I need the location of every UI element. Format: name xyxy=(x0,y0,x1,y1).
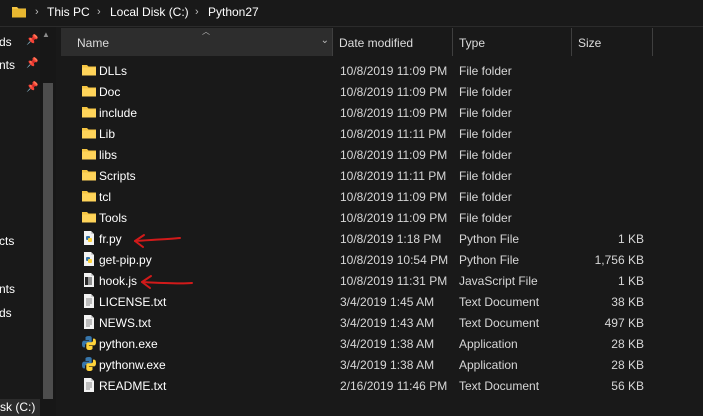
chevron-down-icon[interactable]: ⌄ xyxy=(321,35,329,46)
file-type: File folder xyxy=(459,169,512,183)
file-date-modified: 10/8/2019 11:11 PM xyxy=(340,169,447,183)
file-type: File folder xyxy=(459,211,512,225)
red-arrow-annotation xyxy=(141,275,193,289)
file-row[interactable]: python.exe 3/4/2019 1:38 AM Application 28 … xyxy=(0,333,703,354)
file-row[interactable]: LICENSE.txt 3/4/2019 1:45 AM Text Document… xyxy=(0,291,703,312)
file-name: Tools xyxy=(99,211,128,225)
breadcrumb-this-pc[interactable]: This PC xyxy=(47,5,90,19)
file-date-modified: 2/16/2019 11:46 PM xyxy=(340,379,448,393)
file-date-modified: 10/8/2019 11:09 PM xyxy=(340,85,448,99)
file-row[interactable]: Scripts 10/8/2019 11:11 PM File folder xyxy=(0,165,703,186)
file-size: 56 KB xyxy=(611,379,644,393)
column-header-size-label: Size xyxy=(578,36,602,50)
file-name: libs xyxy=(99,148,118,162)
file-name: Scripts xyxy=(99,169,136,183)
breadcrumb-python27[interactable]: Python27 xyxy=(208,5,259,19)
file-row[interactable]: Doc 10/8/2019 11:09 PM File folder xyxy=(0,81,703,102)
file-size: 28 KB xyxy=(611,358,644,372)
file-type: File folder xyxy=(459,85,512,99)
file-type: File folder xyxy=(459,190,512,204)
file-date-modified: 10/8/2019 11:11 PM xyxy=(340,127,447,141)
file-type: Text Document xyxy=(459,295,540,309)
file-name: tcl xyxy=(99,190,111,204)
breadcrumb-separator: › xyxy=(35,6,39,18)
column-header-name[interactable]: ︿ Name ⌄ xyxy=(61,28,333,56)
file-date-modified: 10/8/2019 11:09 PM xyxy=(340,106,448,120)
file-size: 28 KB xyxy=(611,337,644,351)
file-size: 497 KB xyxy=(604,316,644,330)
sort-ascending-icon: ︿ xyxy=(202,27,210,36)
file-row[interactable]: NEWS.txt 3/4/2019 1:43 AM Text Document 497… xyxy=(0,312,703,333)
file-name: Doc xyxy=(99,85,121,99)
file-date-modified: 10/8/2019 11:09 PM xyxy=(340,190,448,204)
file-type: Application xyxy=(459,358,518,372)
file-name: include xyxy=(99,106,138,120)
file-name: README.txt xyxy=(99,379,167,393)
file-size: 1 KB xyxy=(617,274,644,288)
file-row[interactable]: Tools 10/8/2019 11:09 PM File folder xyxy=(0,207,703,228)
file-size: 1,756 KB xyxy=(594,253,644,267)
file-type: File folder xyxy=(459,106,512,120)
file-name: LICENSE.txt xyxy=(99,295,167,309)
file-row[interactable]: Lib 10/8/2019 11:11 PM File folder xyxy=(0,123,703,144)
address-bar[interactable]: › This PC › Local Disk (C:) › Python27 xyxy=(0,0,703,27)
breadcrumb-separator: › xyxy=(97,6,101,18)
file-date-modified: 10/8/2019 11:31 PM xyxy=(340,274,448,288)
red-arrow-annotation xyxy=(134,234,181,248)
file-type: Python File xyxy=(459,232,520,246)
file-row[interactable]: include 10/8/2019 11:09 PM File folder xyxy=(0,102,703,123)
file-type: File folder xyxy=(459,64,512,78)
file-type: Text Document xyxy=(459,379,540,393)
column-header-type[interactable]: Type xyxy=(453,28,572,56)
file-name: python.exe xyxy=(99,337,158,351)
file-type: Text Document xyxy=(459,316,540,330)
file-row[interactable]: tcl 10/8/2019 11:09 PM File folder xyxy=(0,186,703,207)
file-size: 1 KB xyxy=(617,232,644,246)
breadcrumb-separator: › xyxy=(195,6,199,18)
breadcrumb-local-disk[interactable]: Local Disk (C:) xyxy=(110,5,189,19)
file-row[interactable]: DLLs 10/8/2019 11:09 PM File folder xyxy=(0,60,703,81)
file-date-modified: 3/4/2019 1:38 AM xyxy=(340,337,435,351)
file-size: 38 KB xyxy=(611,295,644,309)
file-date-modified: 3/4/2019 1:43 AM xyxy=(340,316,435,330)
file-date-modified: 10/8/2019 11:09 PM xyxy=(340,211,448,225)
nav-item[interactable]: ds xyxy=(0,35,12,49)
file-date-modified: 10/8/2019 1:18 PM xyxy=(340,232,442,246)
file-name: Lib xyxy=(99,127,116,141)
file-name: fr.py xyxy=(99,232,122,246)
column-header-name-label: Name xyxy=(77,36,110,50)
file-name: NEWS.txt xyxy=(99,316,152,330)
file-row[interactable]: pythonw.exe 3/4/2019 1:38 AM Application 28… xyxy=(0,354,703,375)
nav-item-drive[interactable]: sk (C:) xyxy=(0,399,40,416)
file-type: Application xyxy=(459,337,518,351)
scroll-up-icon[interactable]: ▲ xyxy=(42,30,50,39)
file-date-modified: 10/8/2019 10:54 PM xyxy=(340,253,449,267)
file-date-modified: 3/4/2019 1:45 AM xyxy=(340,295,435,309)
file-type: JavaScript File xyxy=(459,274,538,288)
file-date-modified: 3/4/2019 1:38 AM xyxy=(340,358,435,372)
file-name: pythonw.exe xyxy=(99,358,166,372)
pin-icon: 📌 xyxy=(26,35,39,46)
file-type: Python File xyxy=(459,253,520,267)
file-row[interactable]: libs 10/8/2019 11:09 PM File folder xyxy=(0,144,703,165)
folder-icon xyxy=(12,7,26,18)
file-name: DLLs xyxy=(99,64,128,78)
file-row[interactable]: fr.py 10/8/2019 1:18 PM Python File 1 KB xyxy=(0,228,703,249)
column-header-size[interactable]: Size xyxy=(572,28,653,56)
file-row[interactable]: hook.js 10/8/2019 11:31 PM JavaScript File… xyxy=(0,270,703,291)
column-header-type-label: Type xyxy=(459,36,486,50)
file-row[interactable]: README.txt 2/16/2019 11:46 PM Text Documen… xyxy=(0,375,703,396)
file-name: hook.js xyxy=(99,274,138,288)
file-type: File folder xyxy=(459,127,512,141)
file-name: get-pip.py xyxy=(99,253,152,267)
file-type: File folder xyxy=(459,148,512,162)
file-date-modified: 10/8/2019 11:09 PM xyxy=(340,64,448,78)
column-header-date-label: Date modified xyxy=(339,36,414,50)
file-row[interactable]: get-pip.py 10/8/2019 10:54 PM Python File 1… xyxy=(0,249,703,270)
file-date-modified: 10/8/2019 11:09 PM xyxy=(340,148,448,162)
column-header-date[interactable]: Date modified xyxy=(333,28,453,56)
